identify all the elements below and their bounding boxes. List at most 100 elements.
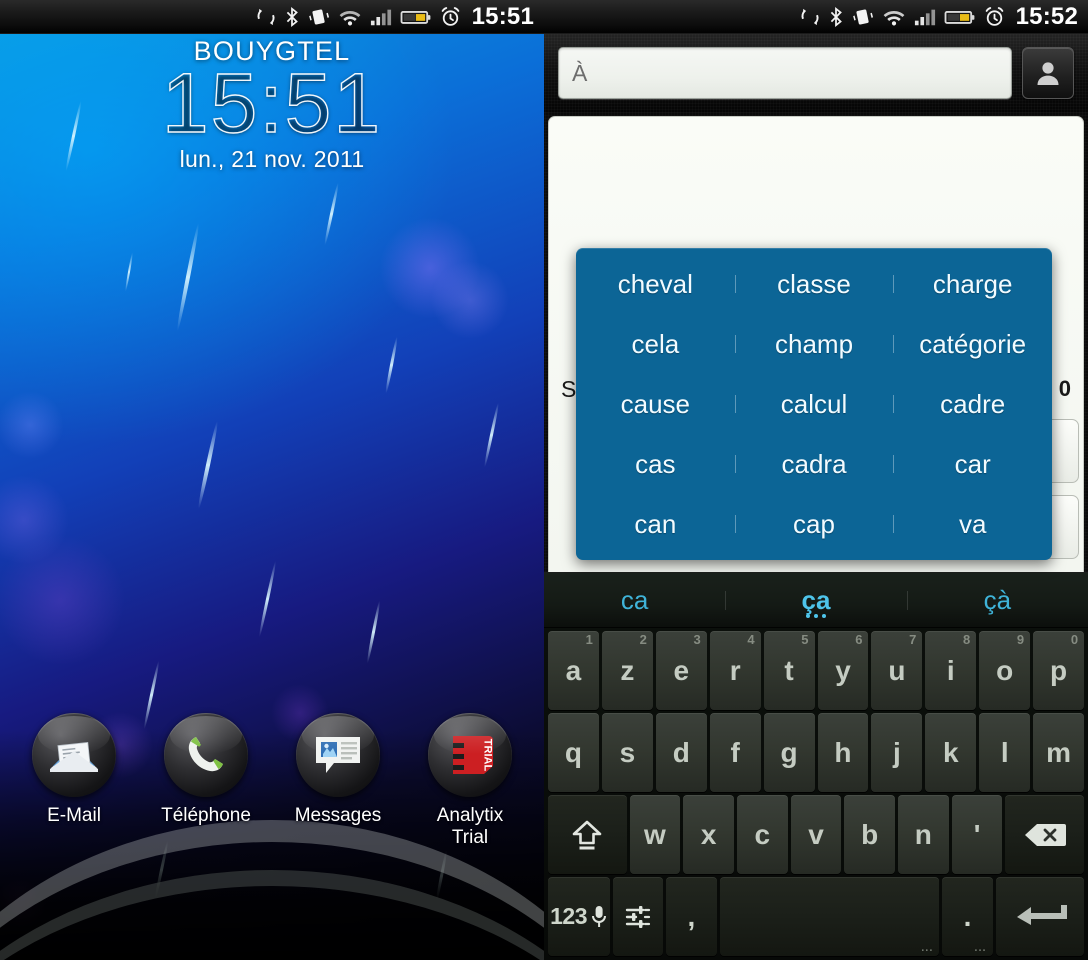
- contact-picker-button[interactable]: [1022, 47, 1074, 99]
- key-s[interactable]: s: [601, 713, 653, 792]
- more-suggestions-indicator[interactable]: [805, 613, 826, 618]
- key-z[interactable]: 2z: [601, 631, 653, 710]
- key-u[interactable]: 7u: [871, 631, 923, 710]
- home-dock: E-Mail Téléphone Messages TRIAL Analytix…: [0, 713, 544, 848]
- keyboard-row-3: w x c v b n ': [546, 795, 1086, 874]
- key-v[interactable]: v: [790, 795, 842, 874]
- keyboard-row-1: 1a 2z 3e 4r 5t 6y 7u 8i 9o 0p: [546, 631, 1086, 710]
- key-q[interactable]: q: [548, 713, 599, 792]
- key-j[interactable]: j: [871, 713, 923, 792]
- key-r-hint: 4: [747, 632, 755, 647]
- suggestion-cell[interactable]: car: [893, 451, 1052, 477]
- key-r[interactable]: 4r: [709, 631, 761, 710]
- key-x[interactable]: x: [683, 795, 734, 874]
- key-s-label: s: [619, 736, 636, 768]
- sync-icon: [801, 8, 819, 26]
- strip-suggestion-2-label: çà: [983, 584, 1012, 615]
- suggestion-cell[interactable]: cas: [576, 451, 735, 477]
- period-key-label: .: [963, 900, 972, 932]
- dock-item-email[interactable]: E-Mail: [15, 713, 133, 826]
- key-a-hint: 1: [585, 632, 593, 647]
- bluetooth-icon: [286, 6, 298, 28]
- key-i-hint: 8: [963, 632, 971, 647]
- numeric-mic-key[interactable]: 123: [548, 877, 611, 956]
- key-l[interactable]: l: [979, 713, 1031, 792]
- suggestion-cell[interactable]: cheval: [576, 271, 735, 297]
- suggestion-cell[interactable]: classe: [734, 271, 894, 297]
- bluetooth-icon: [830, 6, 842, 28]
- status-bar-left: 15:51: [0, 0, 544, 34]
- key-apostrophe[interactable]: ': [951, 795, 1003, 874]
- key-g[interactable]: g: [763, 713, 815, 792]
- suggestion-cell[interactable]: cap: [734, 511, 894, 537]
- suggestion-row: cas cadra car: [576, 434, 1052, 494]
- space-key-micro: ...: [921, 942, 934, 954]
- key-u-label: u: [888, 654, 906, 686]
- suggestion-cell[interactable]: charge: [893, 271, 1052, 297]
- strip-suggestion-0[interactable]: ca: [544, 585, 725, 616]
- dock-item-messages[interactable]: Messages: [279, 713, 397, 826]
- messages-icon: [296, 713, 380, 798]
- shift-key[interactable]: [548, 795, 627, 874]
- key-z-hint: 2: [639, 632, 647, 647]
- comma-key[interactable]: ,: [666, 877, 717, 956]
- wifi-icon: [339, 11, 360, 26]
- key-o[interactable]: 9o: [979, 631, 1031, 710]
- strip-suggestion-2[interactable]: çà: [906, 584, 1088, 616]
- dock-item-analytix[interactable]: TRIAL Analytix Trial: [411, 713, 529, 848]
- contact-picker-icon: [1037, 62, 1059, 85]
- suggestion-cell[interactable]: cause: [576, 391, 735, 417]
- key-f[interactable]: f: [709, 713, 761, 792]
- dock-item-phone[interactable]: Téléphone: [147, 713, 265, 826]
- key-i-label: i: [946, 654, 955, 686]
- suggestion-cell[interactable]: calcul: [734, 391, 894, 417]
- key-i[interactable]: 8i: [925, 631, 977, 710]
- enter-key[interactable]: [995, 877, 1084, 956]
- vibrate-icon: [852, 9, 873, 25]
- key-p[interactable]: 0p: [1033, 631, 1085, 710]
- period-key[interactable]: . ...: [942, 877, 993, 956]
- key-p-label: p: [1050, 654, 1068, 686]
- suggestion-cell[interactable]: cadre: [893, 391, 1052, 417]
- key-d[interactable]: d: [655, 713, 707, 792]
- suggestion-cell[interactable]: can: [576, 511, 735, 537]
- alarm-icon: [985, 7, 1003, 26]
- backspace-key[interactable]: [1005, 795, 1084, 874]
- key-y[interactable]: 6y: [817, 631, 869, 710]
- key-w-label: w: [644, 818, 666, 850]
- key-h[interactable]: h: [817, 713, 869, 792]
- key-e-label: e: [673, 654, 690, 686]
- vibrate-icon: [308, 9, 329, 25]
- key-w[interactable]: w: [629, 795, 681, 874]
- suggestion-cell[interactable]: cadra: [734, 451, 894, 477]
- key-o-label: o: [996, 654, 1014, 686]
- key-m[interactable]: m: [1033, 713, 1085, 792]
- key-h-label: h: [834, 736, 852, 768]
- key-n[interactable]: n: [898, 795, 949, 874]
- dock-label-phone: Téléphone: [161, 805, 251, 827]
- key-u-hint: 7: [909, 632, 917, 647]
- sync-icon: [257, 8, 275, 26]
- left-phone-screen: 15:51 BOUYGTEL 15:51 lun., 21 nov. 2011: [0, 0, 544, 960]
- recipient-input[interactable]: À: [558, 47, 1012, 99]
- analytix-trial-icon: TRIAL: [428, 713, 512, 798]
- key-l-label: l: [1000, 736, 1009, 768]
- suggestion-cell[interactable]: cela: [576, 331, 735, 357]
- suggestion-cell[interactable]: champ: [734, 331, 894, 357]
- key-t-label: t: [784, 654, 794, 686]
- key-c[interactable]: c: [736, 795, 788, 874]
- period-key-micro: ...: [974, 942, 987, 954]
- strip-suggestion-1[interactable]: ça: [725, 585, 906, 618]
- suggestion-cell[interactable]: catégorie: [893, 331, 1052, 357]
- key-k[interactable]: k: [925, 713, 977, 792]
- word-suggestion-popup[interactable]: cheval classe charge cela champ catégori…: [576, 248, 1052, 560]
- key-n-label: n: [914, 818, 932, 850]
- key-e[interactable]: 3e: [655, 631, 707, 710]
- space-key[interactable]: ...: [719, 877, 940, 956]
- suggestion-row: can cap va: [576, 494, 1052, 554]
- key-b[interactable]: b: [844, 795, 896, 874]
- settings-key[interactable]: [613, 877, 664, 956]
- key-t[interactable]: 5t: [763, 631, 815, 710]
- key-a[interactable]: 1a: [548, 631, 599, 710]
- suggestion-cell[interactable]: va: [893, 511, 1052, 537]
